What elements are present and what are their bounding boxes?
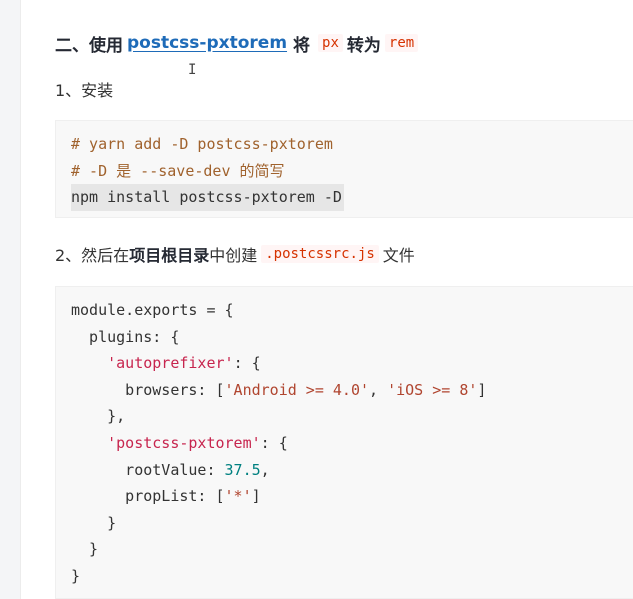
code-line: },: [71, 407, 126, 426]
code-line: 'postcss-pxtorem': {: [71, 430, 633, 457]
inline-code-px: px: [318, 34, 343, 52]
code-text: : {: [260, 433, 288, 452]
code-text: ,: [260, 460, 270, 479]
step-2-label: 2、然后在 项目根目录 中创建 .postcssrc.js 文件: [55, 240, 415, 268]
code-line: }: [71, 513, 117, 532]
config-code-block[interactable]: module.exports = { plugins: { 'autoprefi…: [55, 286, 633, 599]
code-line: }: [71, 566, 81, 585]
code-number: 37.5: [224, 460, 261, 479]
step-2-middle: 中创建: [209, 246, 258, 265]
left-margin: [0, 0, 21, 599]
step-2-prefix: 2、然后在: [55, 246, 130, 265]
heading-middle: 将: [293, 35, 311, 56]
step-2-bold: 项目根目录: [129, 246, 210, 265]
code-string: '*': [224, 487, 252, 506]
code-text: propList: [: [71, 487, 225, 506]
code-text: ,: [369, 380, 388, 399]
inline-code-rem: rem: [384, 34, 419, 52]
code-text: browsers: [: [71, 380, 225, 399]
install-code-block[interactable]: # yarn add -D postcss-pxtorem # -D 是 --sa…: [55, 120, 633, 218]
code-line: # -D 是 --save-dev 的简写: [71, 161, 285, 180]
code-string: 'postcss-pxtorem': [107, 433, 261, 452]
code-text: ]: [477, 380, 487, 399]
code-string: 'Android >= 4.0': [224, 380, 370, 399]
article-page: 二、使用 postcss-pxtorem 将 px 转为 rem Ι 1、安装 …: [0, 0, 633, 599]
code-text: : {: [233, 354, 261, 373]
step-2-suffix: 文件: [382, 246, 415, 265]
code-string: 'iOS >= 8': [387, 380, 478, 399]
code-line: # yarn add -D postcss-pxtorem: [71, 135, 333, 153]
postcss-pxtorem-link[interactable]: postcss-pxtorem: [127, 33, 287, 53]
code-line: browsers: ['Android >= 4.0', 'iOS >= 8']: [71, 377, 633, 404]
code-line: npm install postcss-pxtorem -D: [71, 184, 633, 211]
code-line: module.exports = {: [71, 301, 234, 319]
code-line: rootValue: 37.5,: [71, 457, 633, 484]
inline-code-filename: .postcssrc.js: [261, 245, 379, 263]
step-1-label: 1、安装: [55, 81, 114, 100]
code-text: ]: [251, 487, 261, 506]
code-line: propList: ['*']: [71, 483, 633, 510]
code-text: rootValue:: [71, 460, 225, 479]
code-line: plugins: {: [71, 327, 180, 346]
code-line: }: [71, 540, 99, 559]
section-heading: 二、使用 postcss-pxtorem 将 px 转为 rem: [55, 29, 422, 57]
code-line: 'autoprefixer': {: [71, 350, 633, 377]
code-string: 'autoprefixer': [107, 354, 234, 373]
heading-prefix: 二、使用: [55, 35, 123, 56]
heading-to-word: 转为: [346, 35, 381, 56]
selected-code-text[interactable]: npm install postcss-pxtorem -D: [71, 184, 344, 211]
text-cursor-icon: Ι: [188, 62, 197, 78]
